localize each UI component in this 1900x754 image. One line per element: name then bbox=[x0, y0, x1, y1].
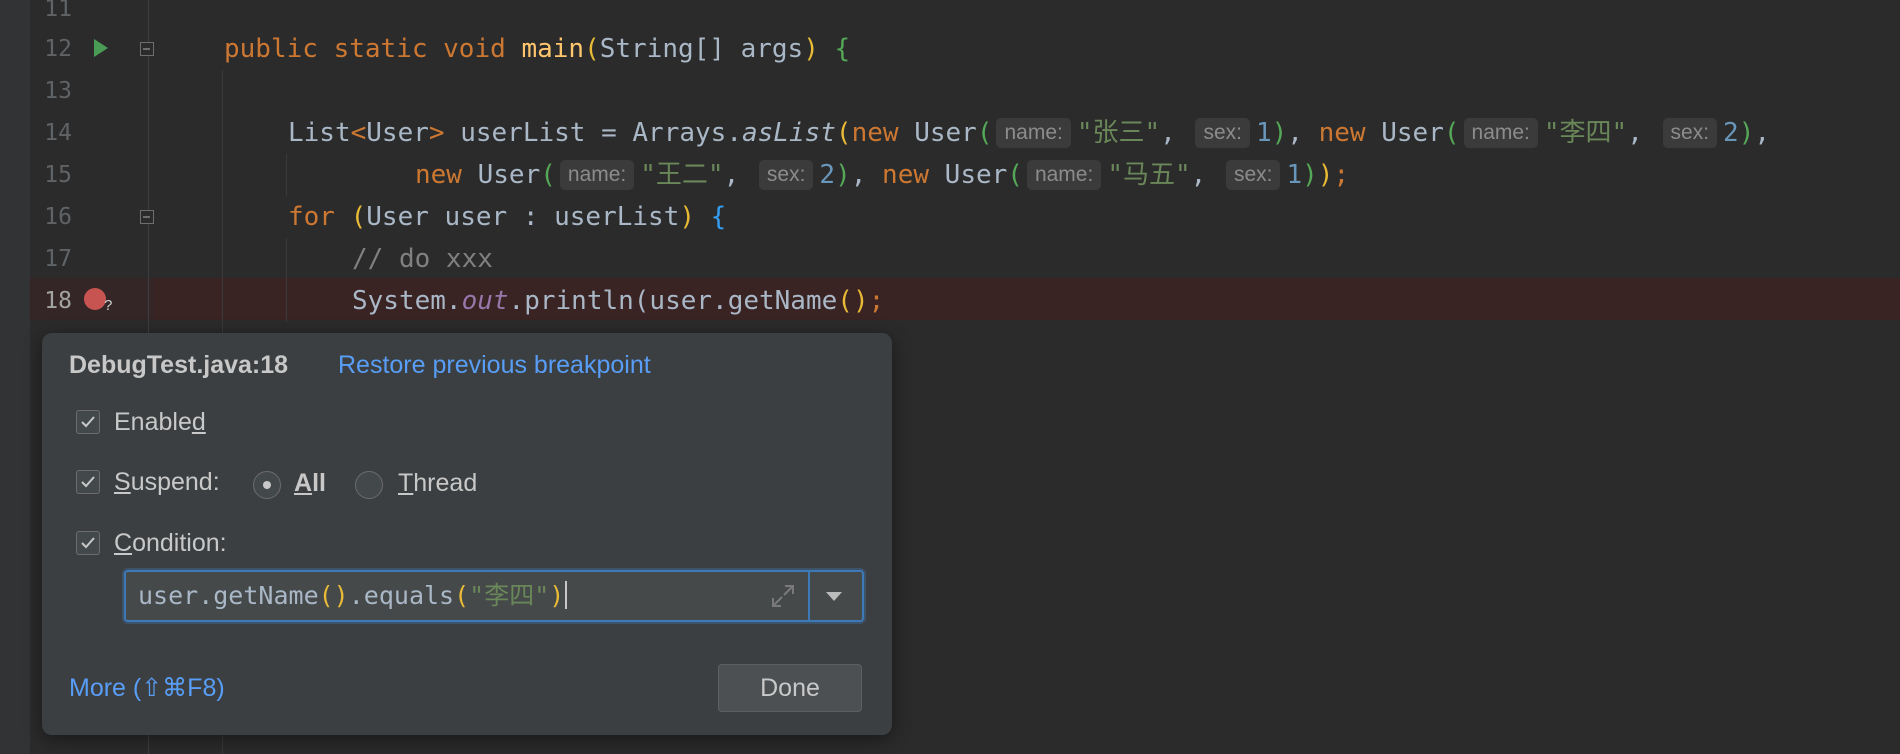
dropdown-separator bbox=[808, 572, 810, 620]
parameter-hint: sex: bbox=[1195, 118, 1250, 148]
enabled-label[interactable]: Enabled bbox=[114, 408, 206, 437]
indent-guide bbox=[286, 154, 287, 196]
parameter-hint: name: bbox=[1026, 160, 1102, 190]
code-line-16[interactable]: for (User user : userList) { bbox=[288, 196, 726, 238]
keyword: public bbox=[224, 34, 318, 64]
breakpoint-location: DebugTest.java:18 bbox=[69, 351, 289, 379]
suspend-thread-label[interactable]: Thread bbox=[398, 469, 477, 498]
parameter-hint: sex: bbox=[1225, 160, 1281, 190]
more-link[interactable]: More (⇧⌘F8) bbox=[69, 673, 225, 703]
suspend-all-radio[interactable] bbox=[253, 471, 281, 499]
parameter-hint: sex: bbox=[758, 160, 814, 190]
line-number: 12 bbox=[44, 36, 72, 62]
method-name: main bbox=[521, 34, 585, 64]
breakpoint-properties-popup: DebugTest.java:18 Restore previous break… bbox=[42, 333, 892, 735]
parameter-hint: sex: bbox=[1662, 118, 1718, 148]
line-number: 17 bbox=[44, 246, 72, 272]
method-call: asList bbox=[741, 118, 836, 148]
expand-icon[interactable] bbox=[769, 582, 797, 610]
parameter-hint: name: bbox=[559, 160, 635, 190]
condition-expression-text[interactable]: user.getName().equals("李四") bbox=[138, 572, 568, 620]
left-tool-strip bbox=[0, 0, 30, 754]
code-line-12[interactable]: public static void main(String[] args) { bbox=[224, 28, 850, 70]
enabled-checkbox[interactable] bbox=[76, 410, 100, 434]
code-line-17[interactable]: // do xxx bbox=[352, 238, 493, 280]
line-number: 18 bbox=[44, 288, 72, 314]
code-line-15[interactable]: new User(name: "王二", sex: 2), new User(nam… bbox=[415, 154, 1349, 196]
run-icon[interactable] bbox=[94, 39, 108, 57]
code-line-18[interactable]: System.out.println(user.getName(); bbox=[352, 280, 884, 322]
indent-guide bbox=[286, 238, 287, 322]
line-number: 16 bbox=[44, 204, 72, 230]
breakpoint-icon[interactable] bbox=[84, 288, 106, 310]
suspend-checkbox[interactable] bbox=[76, 470, 100, 494]
fold-icon[interactable] bbox=[140, 210, 154, 224]
params: String[] args bbox=[599, 34, 804, 64]
line-number: 14 bbox=[44, 120, 72, 146]
parameter-hint: name: bbox=[1463, 118, 1538, 148]
keyword: static bbox=[333, 34, 428, 64]
condition-expression-input[interactable]: user.getName().equals("李四") bbox=[124, 570, 864, 622]
code-comment: // do xxx bbox=[352, 244, 493, 274]
brace: { bbox=[834, 34, 851, 64]
history-dropdown-arrow-icon[interactable] bbox=[826, 592, 842, 601]
keyword: void bbox=[443, 34, 506, 64]
check-icon bbox=[81, 416, 95, 428]
suspend-all-label[interactable]: All bbox=[294, 469, 326, 498]
restore-breakpoint-link[interactable]: Restore previous breakpoint bbox=[338, 351, 651, 380]
line-number: 15 bbox=[44, 162, 72, 188]
condition-checkbox[interactable] bbox=[76, 531, 100, 555]
suspend-thread-radio[interactable] bbox=[355, 471, 383, 499]
check-icon bbox=[81, 476, 95, 488]
done-button[interactable]: Done bbox=[718, 664, 862, 712]
condition-label[interactable]: Condition: bbox=[114, 529, 227, 558]
text-caret bbox=[565, 581, 568, 609]
check-icon bbox=[81, 537, 95, 549]
parameter-hint: name: bbox=[996, 118, 1071, 148]
conditional-breakpoint-marker: ? bbox=[104, 297, 113, 314]
code-line-14[interactable]: List<User> userList = Arrays.asList(new … bbox=[288, 112, 1770, 154]
fold-icon[interactable] bbox=[140, 42, 154, 56]
line-number: 13 bbox=[44, 78, 72, 104]
suspend-label[interactable]: Suspend: bbox=[114, 468, 220, 497]
line-number: 11 bbox=[44, 0, 72, 22]
